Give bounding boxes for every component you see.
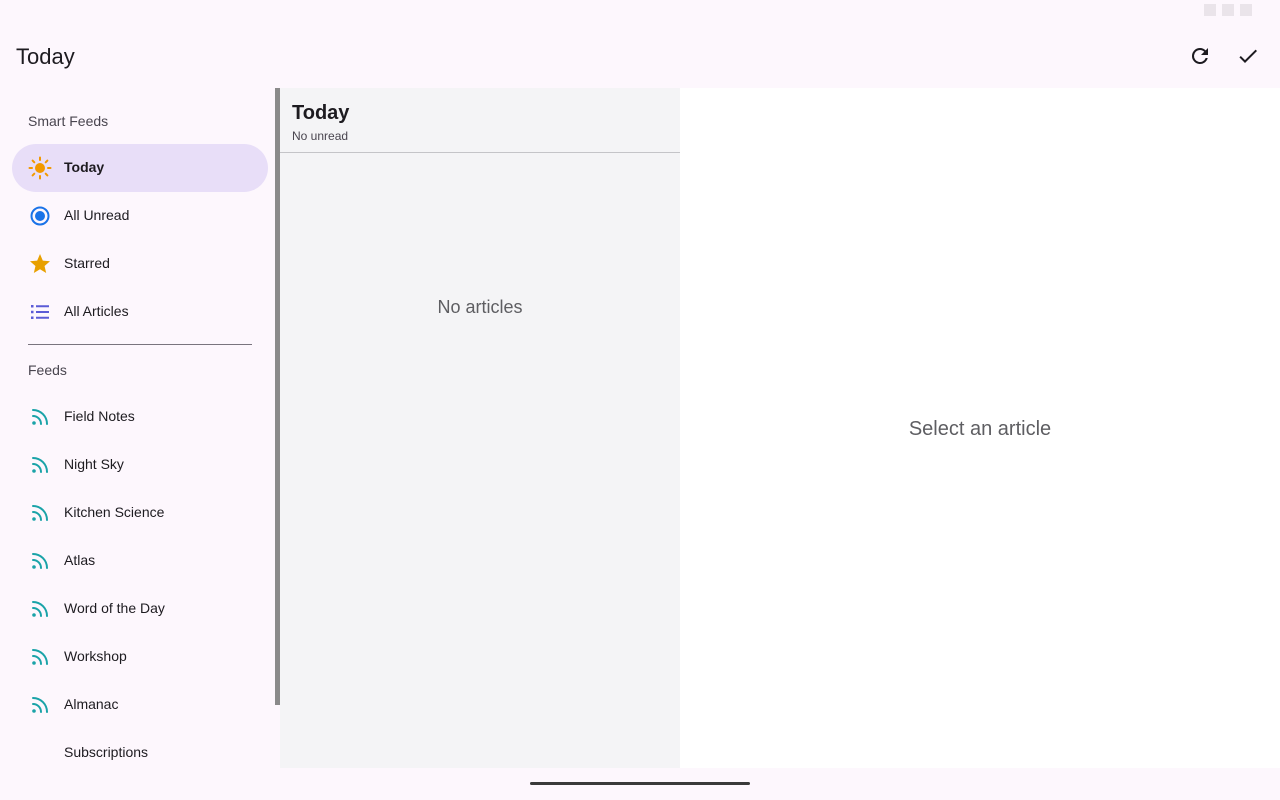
status-icons xyxy=(1204,4,1252,16)
article-list-pane: Today No unread No articles xyxy=(280,88,680,768)
battery-icon xyxy=(1240,4,1252,16)
drawer-divider xyxy=(28,344,252,345)
rss-icon xyxy=(28,549,52,573)
rss-icon xyxy=(28,597,52,621)
sidebar-item-all-articles[interactable]: All Articles xyxy=(12,288,268,336)
empty-detail-message: Select an article xyxy=(908,418,1052,440)
sidebar-item-label: Subscriptions xyxy=(64,744,149,760)
sidebar-item-label: Atlas xyxy=(64,552,96,568)
refresh-icon xyxy=(1191,47,1208,64)
sidebar-item-word-of-the-day[interactable]: Word of the Day xyxy=(12,585,268,633)
rss-icon xyxy=(28,405,52,429)
navigation-drawer: Smart Feeds Today All Unread Starred All… xyxy=(0,88,280,768)
sidebar-item-label: Field Notes xyxy=(64,408,135,424)
gesture-nav-handle[interactable] xyxy=(530,782,750,785)
sidebar-item-kitchen-science[interactable]: Kitchen Science xyxy=(12,489,268,537)
feeds-header: Feeds xyxy=(28,362,67,378)
list-icon xyxy=(28,300,52,324)
star-icon xyxy=(28,252,52,276)
sidebar-item-almanac[interactable]: Almanac xyxy=(12,681,268,729)
sidebar-item-label: Today xyxy=(64,159,105,175)
top-app-bar: Today xyxy=(0,24,1280,88)
smart-feeds-header: Smart Feeds xyxy=(28,113,109,129)
sidebar-item-starred[interactable]: Starred xyxy=(12,240,268,288)
sidebar-item-night-sky[interactable]: Night Sky xyxy=(12,441,268,489)
sidebar-item-all-unread[interactable]: All Unread xyxy=(12,192,268,240)
sidebar-item-workshop[interactable]: Workshop xyxy=(12,633,268,681)
unread-count: No unread xyxy=(292,129,349,143)
sidebar-item-atlas[interactable]: Atlas xyxy=(12,537,268,585)
sidebar-item-label: Almanac xyxy=(64,696,119,712)
article-list-title: Today xyxy=(292,102,350,124)
radio-dot-icon xyxy=(28,204,52,228)
empty-list-message: No articles xyxy=(437,297,523,317)
sidebar-item-label: All Articles xyxy=(64,303,129,319)
signal-icon xyxy=(1222,4,1234,16)
page-title: Today xyxy=(16,44,75,69)
sidebar-item-label: All Unread xyxy=(64,207,130,223)
rss-icon xyxy=(28,501,52,525)
article-detail-pane: Select an article xyxy=(680,88,1280,768)
rss-icon xyxy=(28,645,52,669)
sidebar-item-label: Word of the Day xyxy=(64,600,165,616)
status-bar xyxy=(0,0,1280,24)
rss-icon xyxy=(28,453,52,477)
sidebar-item-today[interactable]: Today xyxy=(12,144,268,192)
check-icon xyxy=(1239,49,1257,63)
sidebar-item-label: Night Sky xyxy=(64,456,124,472)
sidebar-item-label: Workshop xyxy=(64,648,127,664)
sidebar-item-label: Starred xyxy=(64,255,110,271)
article-list-header: Today No unread xyxy=(280,88,680,153)
mark-all-read-button[interactable] xyxy=(1224,32,1272,80)
rss-icon xyxy=(28,693,52,717)
sun-icon xyxy=(28,156,52,180)
refresh-button[interactable] xyxy=(1176,32,1224,80)
wifi-icon xyxy=(1204,4,1216,16)
sidebar-item-label: Kitchen Science xyxy=(64,504,165,520)
sidebar-item-subscriptions[interactable]: Subscriptions xyxy=(12,729,268,768)
sidebar-item-field-notes[interactable]: Field Notes xyxy=(12,393,268,441)
